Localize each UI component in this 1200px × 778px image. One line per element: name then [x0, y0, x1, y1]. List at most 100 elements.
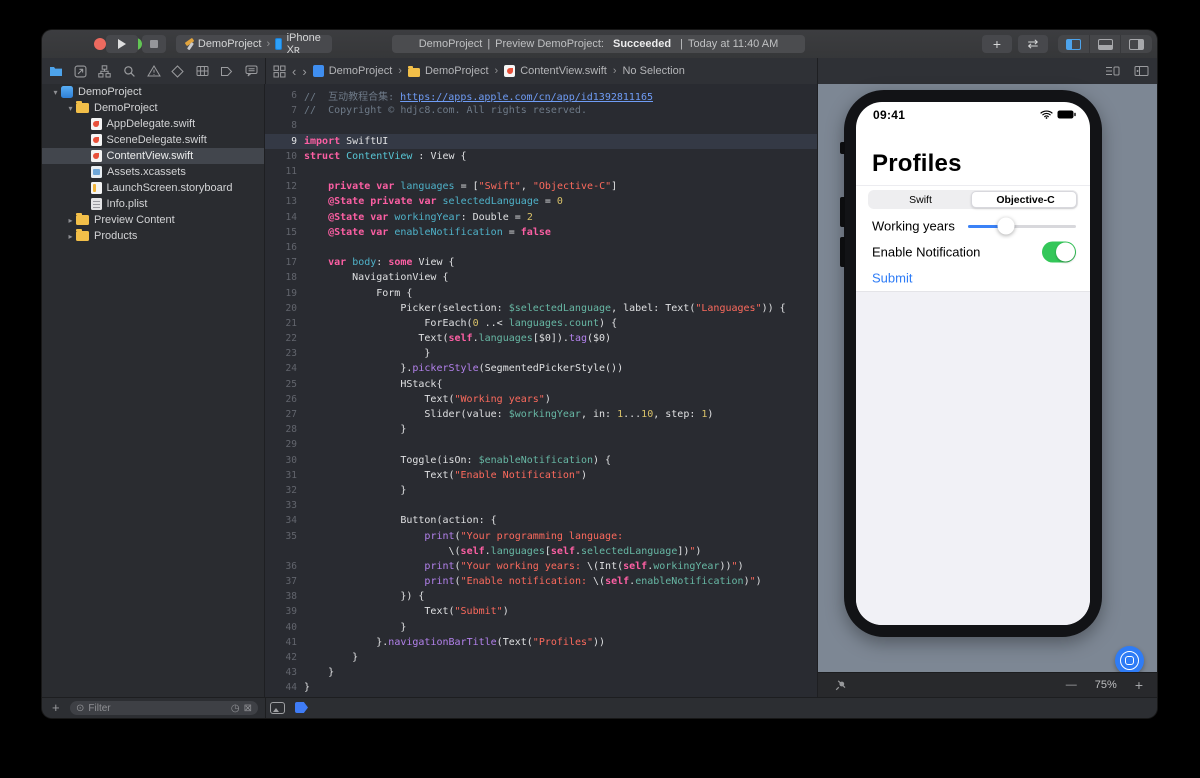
line-number[interactable]: 37	[265, 576, 304, 587]
line-number[interactable]: 22	[265, 333, 304, 344]
line-number[interactable]: 27	[265, 409, 304, 420]
code-line[interactable]: 38 }) {	[265, 589, 817, 604]
run-button[interactable]	[106, 35, 138, 53]
line-number[interactable]: 21	[265, 318, 304, 329]
recents-filter-icon[interactable]: ◷	[231, 703, 240, 714]
code-line[interactable]: 34 Button(action: {	[265, 513, 817, 528]
line-number[interactable]: 35	[265, 531, 304, 542]
project-navigator-icon[interactable]	[48, 63, 64, 79]
line-number[interactable]: 30	[265, 455, 304, 466]
line-number[interactable]: 20	[265, 303, 304, 314]
filter-field[interactable]: ⊙ Filter ◷ ⊠	[70, 701, 258, 715]
back-button[interactable]: ‹	[292, 65, 296, 78]
line-number[interactable]: 41	[265, 637, 304, 648]
line-number[interactable]: 9	[265, 136, 304, 147]
line-number[interactable]: 43	[265, 667, 304, 678]
source-editor[interactable]: 6// 互动教程合集: https://apps.apple.com/cn/ap…	[265, 84, 817, 697]
disclosure-triangle-icon[interactable]: ▾	[65, 104, 76, 113]
related-items-icon[interactable]	[273, 65, 286, 78]
code-line[interactable]: 16	[265, 240, 817, 255]
code-line[interactable]: 11	[265, 164, 817, 179]
code-line[interactable]: 27 Slider(value: $workingYear, in: 1...1…	[265, 407, 817, 422]
line-number[interactable]: 44	[265, 682, 304, 693]
file-tree-row[interactable]: ▾ DemoProject	[42, 100, 264, 116]
line-number[interactable]: 12	[265, 181, 304, 192]
add-file-button[interactable]: +	[52, 700, 60, 715]
line-number[interactable]: 7	[265, 105, 304, 116]
editor-options-icon[interactable]	[1105, 65, 1120, 77]
code-line[interactable]: 10 struct ContentView : View {	[265, 149, 817, 164]
line-number[interactable]: 13	[265, 196, 304, 207]
code-line[interactable]: 42 }	[265, 650, 817, 665]
find-navigator-icon[interactable]	[121, 63, 137, 79]
line-number[interactable]: 17	[265, 257, 304, 268]
breadcrumb-item-selection[interactable]: No Selection	[622, 65, 684, 77]
code-line[interactable]: 43 }	[265, 665, 817, 680]
line-number[interactable]: 10	[265, 151, 304, 162]
code-line[interactable]: 44}	[265, 680, 817, 695]
code-line[interactable]: 33	[265, 498, 817, 513]
file-tree-row[interactable]: ▸ Products	[42, 228, 264, 244]
disclosure-triangle-icon[interactable]: ▸	[65, 216, 76, 225]
line-number[interactable]: 34	[265, 515, 304, 526]
source-control-filter-icon[interactable]: ⊠	[244, 703, 252, 714]
add-editor-icon[interactable]	[1134, 65, 1149, 77]
line-number[interactable]: 15	[265, 227, 304, 238]
line-number[interactable]: 26	[265, 394, 304, 405]
live-preview-button[interactable]	[1115, 646, 1144, 675]
code-line[interactable]: 26 Text("Working years")	[265, 392, 817, 407]
line-number[interactable]: 32	[265, 485, 304, 496]
code-line[interactable]: 12 private var languages = ["Swift", "Ob…	[265, 179, 817, 194]
disclosure-triangle-icon[interactable]: ▾	[50, 88, 61, 97]
toggle-inspector-button[interactable]	[1121, 35, 1152, 53]
code-line[interactable]: 31 Text("Enable Notification")	[265, 468, 817, 483]
code-line[interactable]: 36 print("Your working years: \(Int(self…	[265, 559, 817, 574]
code-line[interactable]: 23 }	[265, 346, 817, 361]
breadcrumb-item-file[interactable]: ContentView.swift	[504, 65, 607, 77]
line-number[interactable]: 8	[265, 120, 304, 131]
line-number[interactable]: 16	[265, 242, 304, 253]
line-number[interactable]: 42	[265, 652, 304, 663]
file-tree-row[interactable]: ContentView.swift	[42, 148, 264, 164]
close-window-button[interactable]	[94, 38, 106, 50]
code-line[interactable]: 18 NavigationView {	[265, 270, 817, 285]
file-tree-row[interactable]: LaunchScreen.storyboard	[42, 180, 264, 196]
line-number[interactable]: 36	[265, 561, 304, 572]
code-line[interactable]: 40 }	[265, 620, 817, 635]
code-line[interactable]: 21 ForEach(0 ..< languages.count) {	[265, 316, 817, 331]
line-number[interactable]: 18	[265, 272, 304, 283]
code-line[interactable]: 22 Text(self.languages[$0]).tag($0)	[265, 331, 817, 346]
file-tree-row[interactable]: SceneDelegate.swift	[42, 132, 264, 148]
slider-thumb[interactable]	[997, 217, 1015, 235]
test-navigator-icon[interactable]	[170, 63, 186, 79]
code-line[interactable]: 13 @State private var selectedLanguage =…	[265, 194, 817, 209]
line-number[interactable]: 38	[265, 591, 304, 602]
code-line[interactable]: 25 HStack{	[265, 377, 817, 392]
line-number[interactable]: 23	[265, 348, 304, 359]
line-number[interactable]: 33	[265, 500, 304, 511]
line-number[interactable]: 39	[265, 606, 304, 617]
symbol-navigator-icon[interactable]	[97, 63, 113, 79]
issue-navigator-icon[interactable]	[146, 63, 162, 79]
disclosure-triangle-icon[interactable]: ▸	[65, 232, 76, 241]
line-number[interactable]: 6	[265, 90, 304, 101]
debug-navigator-icon[interactable]	[194, 63, 210, 79]
code-line[interactable]: 7// Copyright © hdjc8.com. All rights re…	[265, 103, 817, 118]
bookmark-flag-icon[interactable]	[295, 702, 308, 713]
zoom-out-button[interactable]: —	[1066, 679, 1077, 691]
code-line[interactable]: 37 print("Enable notification: \(self.en…	[265, 574, 817, 589]
slider[interactable]	[968, 217, 1076, 235]
code-line-current[interactable]: 9 import SwiftUI	[265, 133, 817, 149]
source-control-navigator-icon[interactable]	[72, 63, 88, 79]
scheme-selector[interactable]: DemoProject › iPhone Xʀ	[176, 32, 332, 56]
line-number[interactable]: 19	[265, 288, 304, 299]
code-line[interactable]: 24 }.pickerStyle(SegmentedPickerStyle())	[265, 361, 817, 376]
code-line[interactable]: 35 print("Your programming language:	[265, 528, 817, 543]
file-tree-row[interactable]: Assets.xcassets	[42, 164, 264, 180]
code-line[interactable]: 20 Picker(selection: $selectedLanguage, …	[265, 301, 817, 316]
breadcrumb-item-project[interactable]: DemoProject	[312, 65, 392, 77]
stop-button[interactable]	[142, 35, 166, 53]
line-number[interactable]: 24	[265, 363, 304, 374]
file-tree-row[interactable]: Info.plist	[42, 196, 264, 212]
code-line[interactable]: 15 @State var enableNotification = false	[265, 225, 817, 240]
